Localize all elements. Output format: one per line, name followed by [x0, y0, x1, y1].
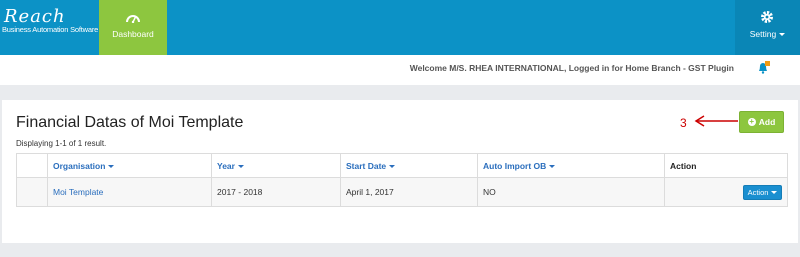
- dashboard-gauge-icon: [126, 15, 140, 23]
- column-header-start-date[interactable]: Start Date: [340, 153, 478, 178]
- sort-caret-icon: [389, 164, 396, 168]
- table-header-row: Organisation Year Start Date Auto Import…: [16, 153, 788, 178]
- organisation-link[interactable]: Moi Template: [53, 187, 103, 197]
- column-header-auto-import-ob[interactable]: Auto Import OB: [477, 153, 665, 178]
- dashboard-label: Dashboard: [112, 29, 154, 39]
- column-header-year[interactable]: Year: [211, 153, 341, 178]
- setting-menu[interactable]: Setting: [735, 0, 800, 55]
- add-button[interactable]: + Add: [739, 111, 784, 133]
- page-title: Financial Datas of Moi Template: [16, 114, 244, 131]
- welcome-bar: Welcome M/S. RHEA INTERNATIONAL, Logged …: [0, 55, 800, 85]
- cell-start-date: April 1, 2017: [340, 177, 478, 207]
- notification-bell-icon[interactable]: [757, 60, 771, 76]
- content-panel: Financial Datas of Moi Template Displayi…: [2, 100, 798, 243]
- dashboard-nav-item[interactable]: Dashboard: [99, 0, 167, 55]
- sort-caret-icon: [108, 164, 115, 168]
- action-dropdown-button[interactable]: Action: [743, 184, 782, 200]
- cell-auto-import-ob: NO: [477, 177, 665, 207]
- brand-logo[interactable]: Reach Business Automation Software: [0, 0, 99, 55]
- annotation-number: 3: [680, 116, 687, 130]
- cell-year: 2017 - 2018: [211, 177, 341, 207]
- column-header-action: Action: [664, 153, 788, 178]
- row-spacer: [16, 177, 48, 207]
- cell-organisation: Moi Template: [47, 177, 212, 207]
- add-button-label: Add: [758, 117, 776, 127]
- cell-action: Action: [664, 177, 788, 207]
- setting-label: Setting: [735, 29, 800, 39]
- chevron-down-icon: [771, 190, 778, 194]
- financial-data-table: Organisation Year Start Date Auto Import…: [16, 153, 788, 207]
- welcome-text: Welcome M/S. RHEA INTERNATIONAL, Logged …: [409, 63, 734, 73]
- plus-circle-icon: +: [747, 117, 756, 126]
- brand-tagline: Business Automation Software: [2, 25, 99, 34]
- annotation-arrow-icon: [694, 115, 738, 127]
- sort-caret-icon: [549, 164, 556, 168]
- result-summary: Displaying 1-1 of 1 result.: [16, 139, 107, 148]
- column-header-organisation[interactable]: Organisation: [47, 153, 212, 178]
- table-row: Moi Template 2017 - 2018 April 1, 2017 N…: [16, 177, 788, 207]
- top-navbar: Reach Business Automation Software Dashb…: [0, 0, 800, 55]
- gear-icon: [761, 11, 773, 23]
- chevron-down-icon: [779, 33, 786, 37]
- brand-logo-text: Reach: [4, 6, 66, 27]
- header-spacer: [16, 153, 48, 178]
- sort-caret-icon: [237, 164, 244, 168]
